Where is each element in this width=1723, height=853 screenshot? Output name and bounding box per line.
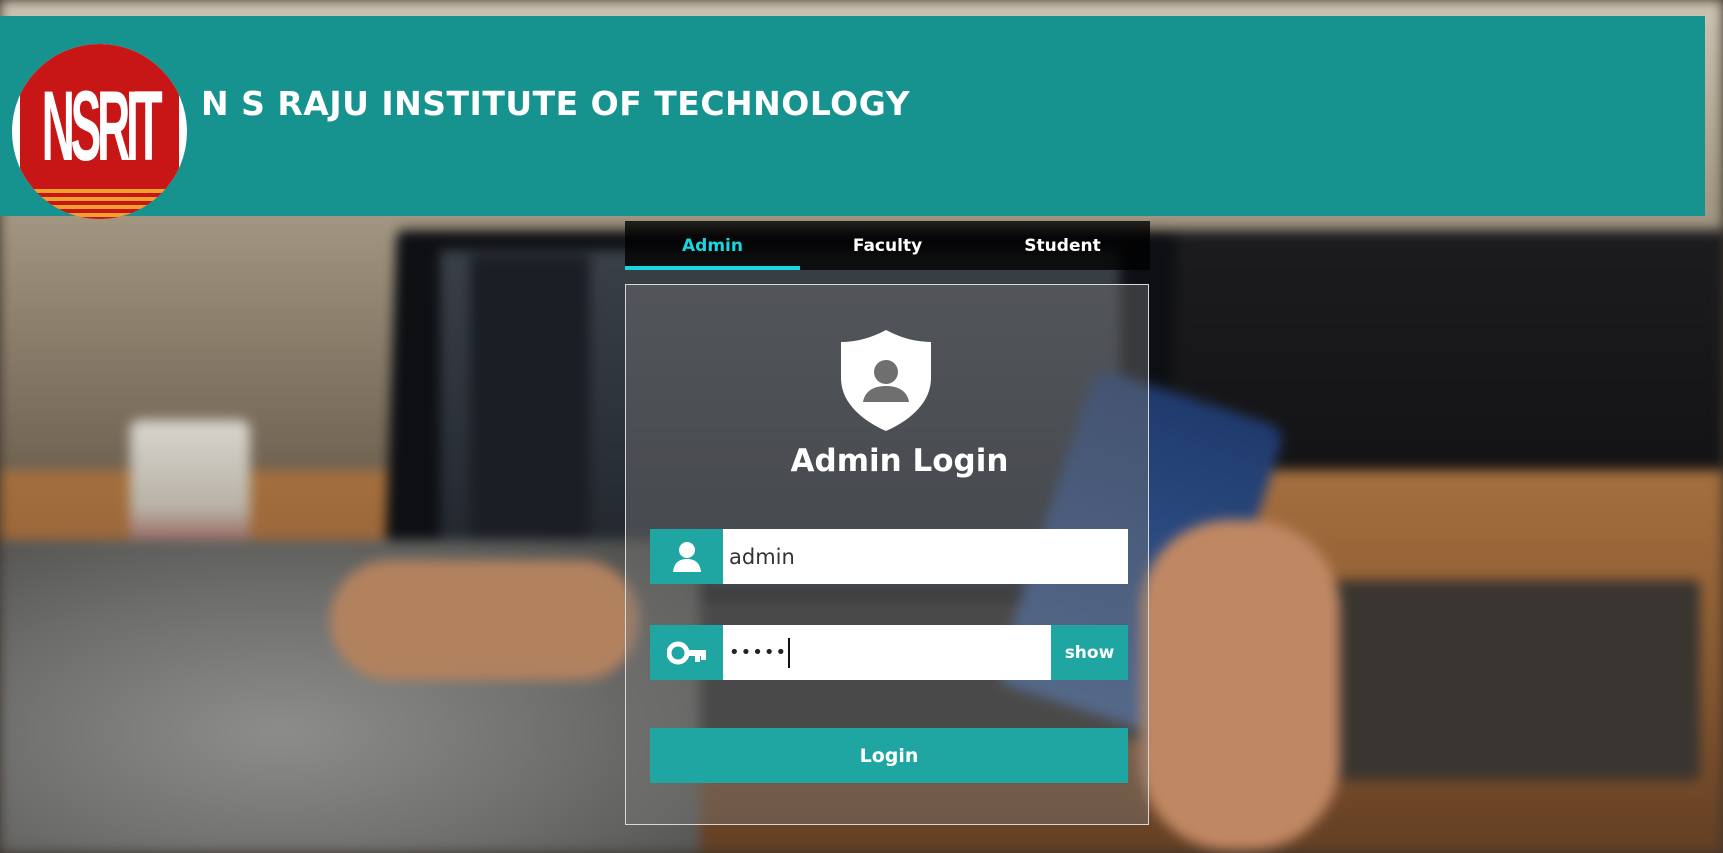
password-mask: ••••• (729, 642, 788, 663)
institute-logo: NSRIT (12, 44, 187, 219)
login-title: Admin Login (790, 443, 1009, 479)
tab-faculty[interactable]: Faculty (800, 221, 975, 270)
institute-name: N S RAJU INSTITUTE OF TECHNOLOGY (201, 84, 910, 123)
username-input[interactable] (723, 529, 1128, 584)
text-caret (788, 637, 791, 668)
password-input[interactable]: ••••• (723, 625, 1051, 680)
user-icon (650, 529, 723, 584)
username-field (650, 529, 1128, 584)
shield-user-icon (841, 330, 931, 431)
password-field: ••••• show (650, 625, 1128, 680)
logo-text: NSRIT (41, 69, 162, 182)
login-button[interactable]: Login (650, 728, 1128, 783)
tab-student[interactable]: Student (975, 221, 1150, 270)
key-icon (650, 625, 723, 680)
header-banner: NSRIT N S RAJU INSTITUTE OF TECHNOLOGY (0, 16, 1705, 219)
login-panel: Admin Login ••••• show Login (625, 284, 1149, 825)
role-tabs: Admin Faculty Student (625, 221, 1150, 270)
show-password-button[interactable]: show (1051, 625, 1128, 680)
tab-admin[interactable]: Admin (625, 221, 800, 270)
